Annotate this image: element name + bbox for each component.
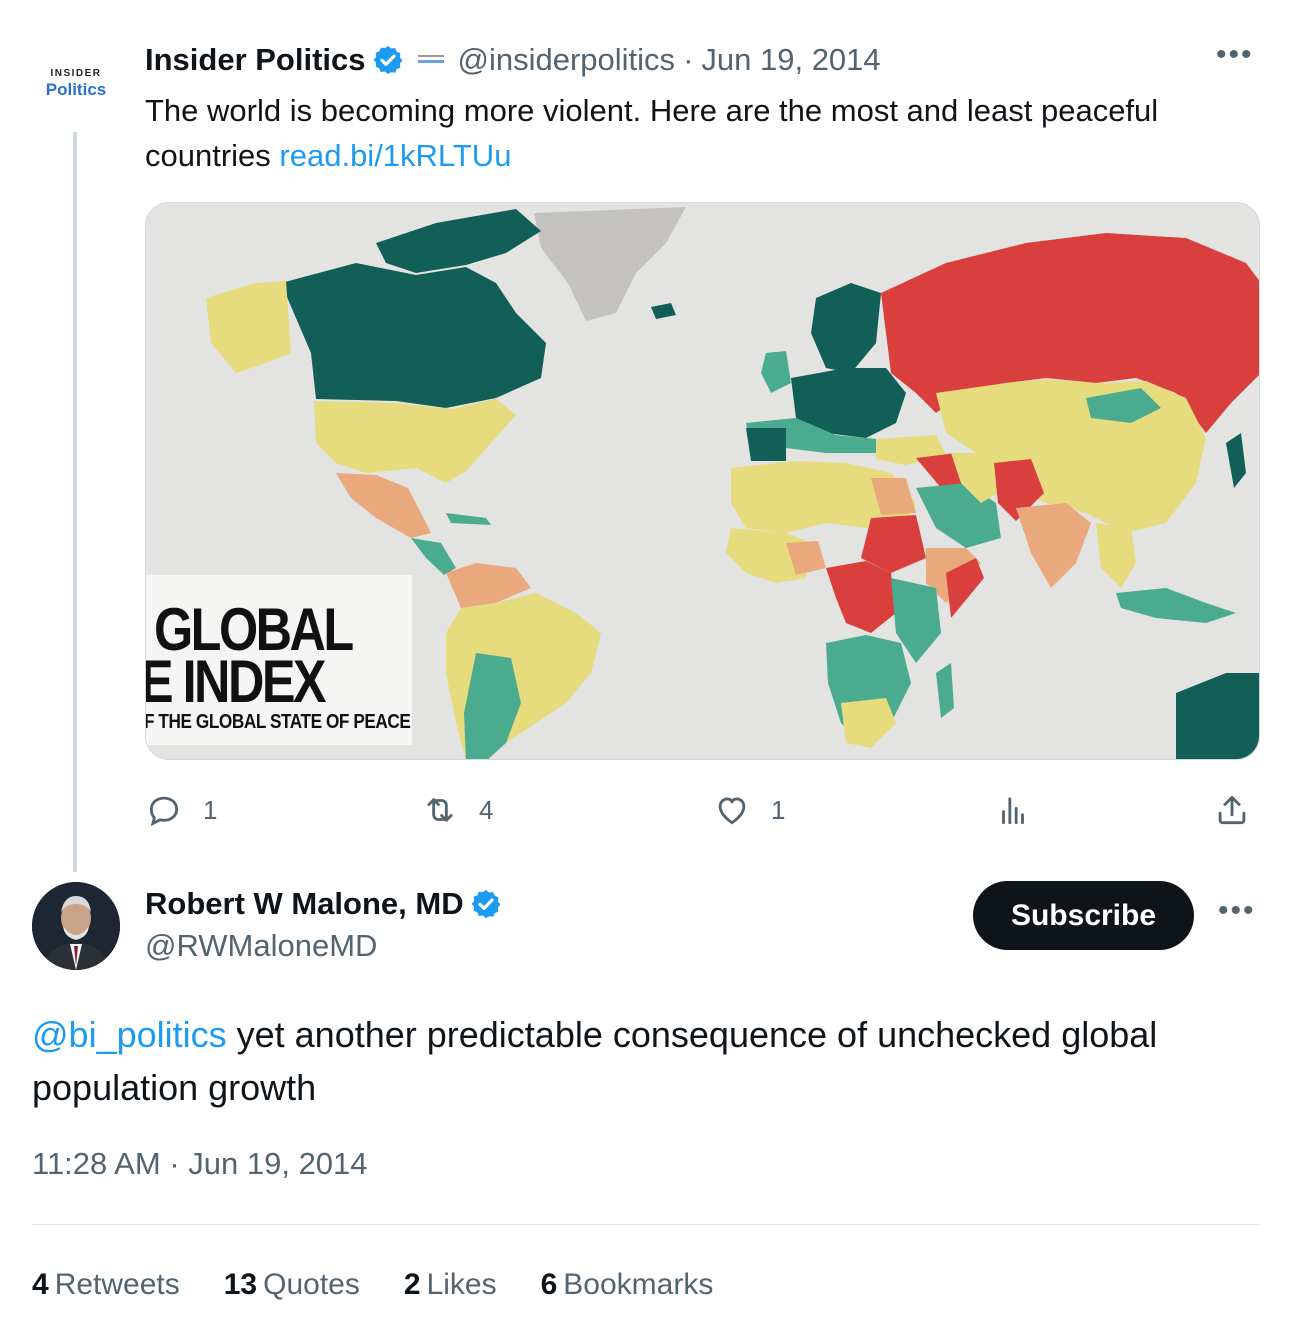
time-separator: · xyxy=(169,1146,180,1181)
author-handle[interactable]: @insiderpolitics xyxy=(458,42,676,78)
reply-count: 1 xyxy=(203,794,218,825)
retweets-count: 4 xyxy=(32,1268,49,1301)
author-name[interactable]: Insider Politics xyxy=(145,42,366,78)
verified-badge-icon xyxy=(373,46,402,74)
likes-count: 2 xyxy=(403,1268,421,1301)
overlay-subtitle: F THE GLOBAL STATE OF PEACE xyxy=(145,711,411,733)
reply-date: Jun 19, 2014 xyxy=(188,1146,368,1181)
overlay-title-line2: E INDEX xyxy=(145,648,327,715)
quotes-count: 13 xyxy=(223,1268,258,1301)
reply-icon xyxy=(149,796,179,827)
retweet-button[interactable]: 4 xyxy=(421,786,493,834)
reply-author-handle[interactable]: @RWMaloneMD xyxy=(145,928,377,964)
tweet-link[interactable]: read.bi/1kRLTUu xyxy=(279,138,511,173)
views-icon xyxy=(1002,797,1024,825)
share-button[interactable] xyxy=(1213,786,1251,834)
retweet-count: 4 xyxy=(479,794,494,825)
likes-stat[interactable]: 2 Likes xyxy=(404,1268,497,1302)
retweets-stat[interactable]: 4 Retweets xyxy=(32,1268,180,1302)
reply-tweet-text: @bi_politics yet another predictable con… xyxy=(32,1008,1260,1114)
more-options-icon[interactable]: ••• xyxy=(1216,40,1264,75)
parent-tweet[interactable]: INSIDER Politics Insider Politics @insid… xyxy=(0,0,1290,872)
heart-icon xyxy=(718,797,746,825)
share-icon xyxy=(1218,795,1246,825)
avatar-bottom-text: Politics xyxy=(45,80,107,99)
subscribe-button[interactable]: Subscribe xyxy=(973,881,1194,950)
views-button[interactable] xyxy=(994,786,1032,834)
reply-time: 11:28 AM xyxy=(32,1146,161,1181)
reply-author-name[interactable]: Robert W Malone, MD xyxy=(145,886,464,922)
map-image-card[interactable]: GLOBAL E INDEX F THE GLOBAL STATE OF PEA… xyxy=(145,202,1260,760)
gpi-title-overlay: GLOBAL E INDEX F THE GLOBAL STATE OF PEA… xyxy=(146,575,412,745)
header-separator: · xyxy=(683,42,694,77)
engagement-stats: 4 Retweets 13 Quotes 2 Likes 6 Bookmarks xyxy=(32,1262,757,1308)
iberia-shape xyxy=(746,428,786,461)
more-options-icon[interactable]: ••• xyxy=(1218,896,1266,931)
like-button[interactable]: 1 xyxy=(713,786,785,834)
retweets-label: Retweets xyxy=(54,1268,180,1301)
avatar-top-text: INSIDER xyxy=(50,68,102,79)
reply-header: Robert W Malone, MD xyxy=(145,882,502,926)
bookmarks-label: Bookmarks xyxy=(563,1268,714,1301)
retweet-icon xyxy=(427,798,453,822)
likes-label: Likes xyxy=(426,1268,497,1301)
quotes-stat[interactable]: 13 Quotes xyxy=(224,1268,360,1302)
tweet-actions-bar: 1 4 1 xyxy=(145,786,1260,834)
mention-link[interactable]: @bi_politics xyxy=(32,1014,227,1055)
tweet-date[interactable]: Jun 19, 2014 xyxy=(701,42,880,78)
reply-button[interactable]: 1 xyxy=(145,786,217,834)
verified-badge-icon xyxy=(471,890,501,918)
bookmarks-count: 6 xyxy=(540,1268,558,1301)
avatar-photo xyxy=(32,882,120,970)
robert-malone-avatar[interactable] xyxy=(32,882,120,970)
bookmarks-stat[interactable]: 6 Bookmarks xyxy=(541,1268,714,1302)
thread-line xyxy=(73,132,77,872)
affiliate-logo-icon[interactable] xyxy=(416,53,446,67)
quotes-label: Quotes xyxy=(263,1268,360,1301)
insider-politics-avatar[interactable]: INSIDER Politics xyxy=(32,40,120,128)
parent-tweet-text: The world is becoming more violent. Here… xyxy=(145,88,1260,178)
like-count: 1 xyxy=(771,794,786,825)
reply-timestamp[interactable]: 11:28 AM · Jun 19, 2014 xyxy=(32,1146,368,1182)
parent-tweet-header: Insider Politics @insiderpolitics · Jun … xyxy=(145,38,881,82)
stats-divider xyxy=(32,1224,1260,1225)
